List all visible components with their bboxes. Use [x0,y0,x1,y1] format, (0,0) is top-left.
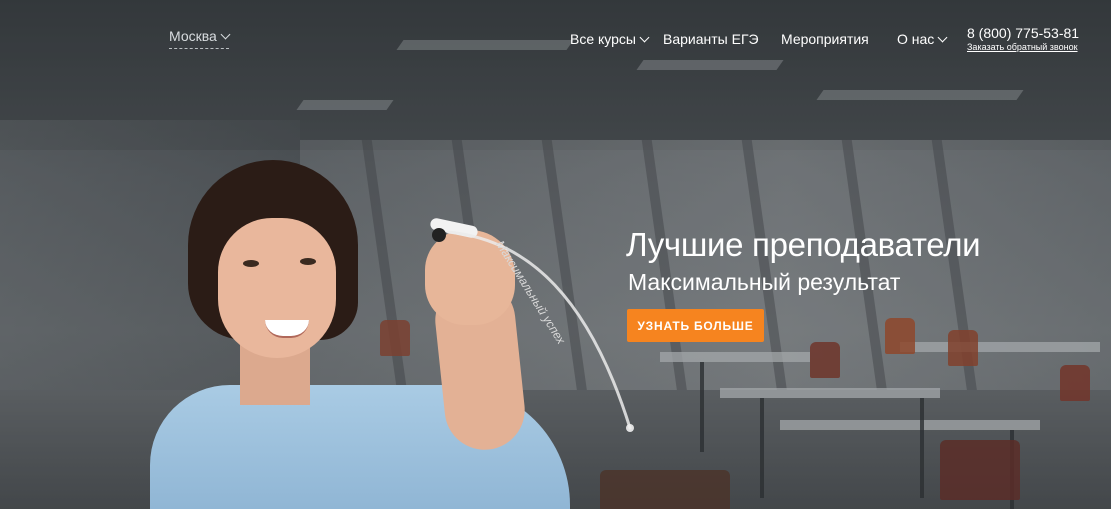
phone-number[interactable]: 8 (800) 775-53-81 [967,25,1079,41]
nav-item-ege-variants[interactable]: Варианты ЕГЭ [663,31,759,47]
nav-item-about[interactable]: О нас [897,31,948,47]
nav-item-label: О нас [897,31,935,47]
nav-item-label: Мероприятия [781,31,869,47]
nav-item-label: Варианты ЕГЭ [663,31,759,47]
city-selector[interactable]: Москва [169,28,231,49]
city-label: Москва [169,28,217,44]
chevron-down-icon [220,29,231,40]
nav-item-all-courses[interactable]: Все курсы [570,31,650,47]
nav-item-label: Все курсы [570,31,636,47]
hero-headline: Лучшие преподаватели [626,226,981,263]
nav-item-events[interactable]: Мероприятия [781,31,869,47]
hero-subheadline: Максимальный результат [628,269,901,295]
learn-more-button[interactable]: УЗНАТЬ БОЛЬШЕ [627,309,764,342]
callback-link[interactable]: Заказать обратный звонок [967,42,1078,52]
chevron-down-icon [937,32,948,43]
chevron-down-icon [639,32,650,43]
